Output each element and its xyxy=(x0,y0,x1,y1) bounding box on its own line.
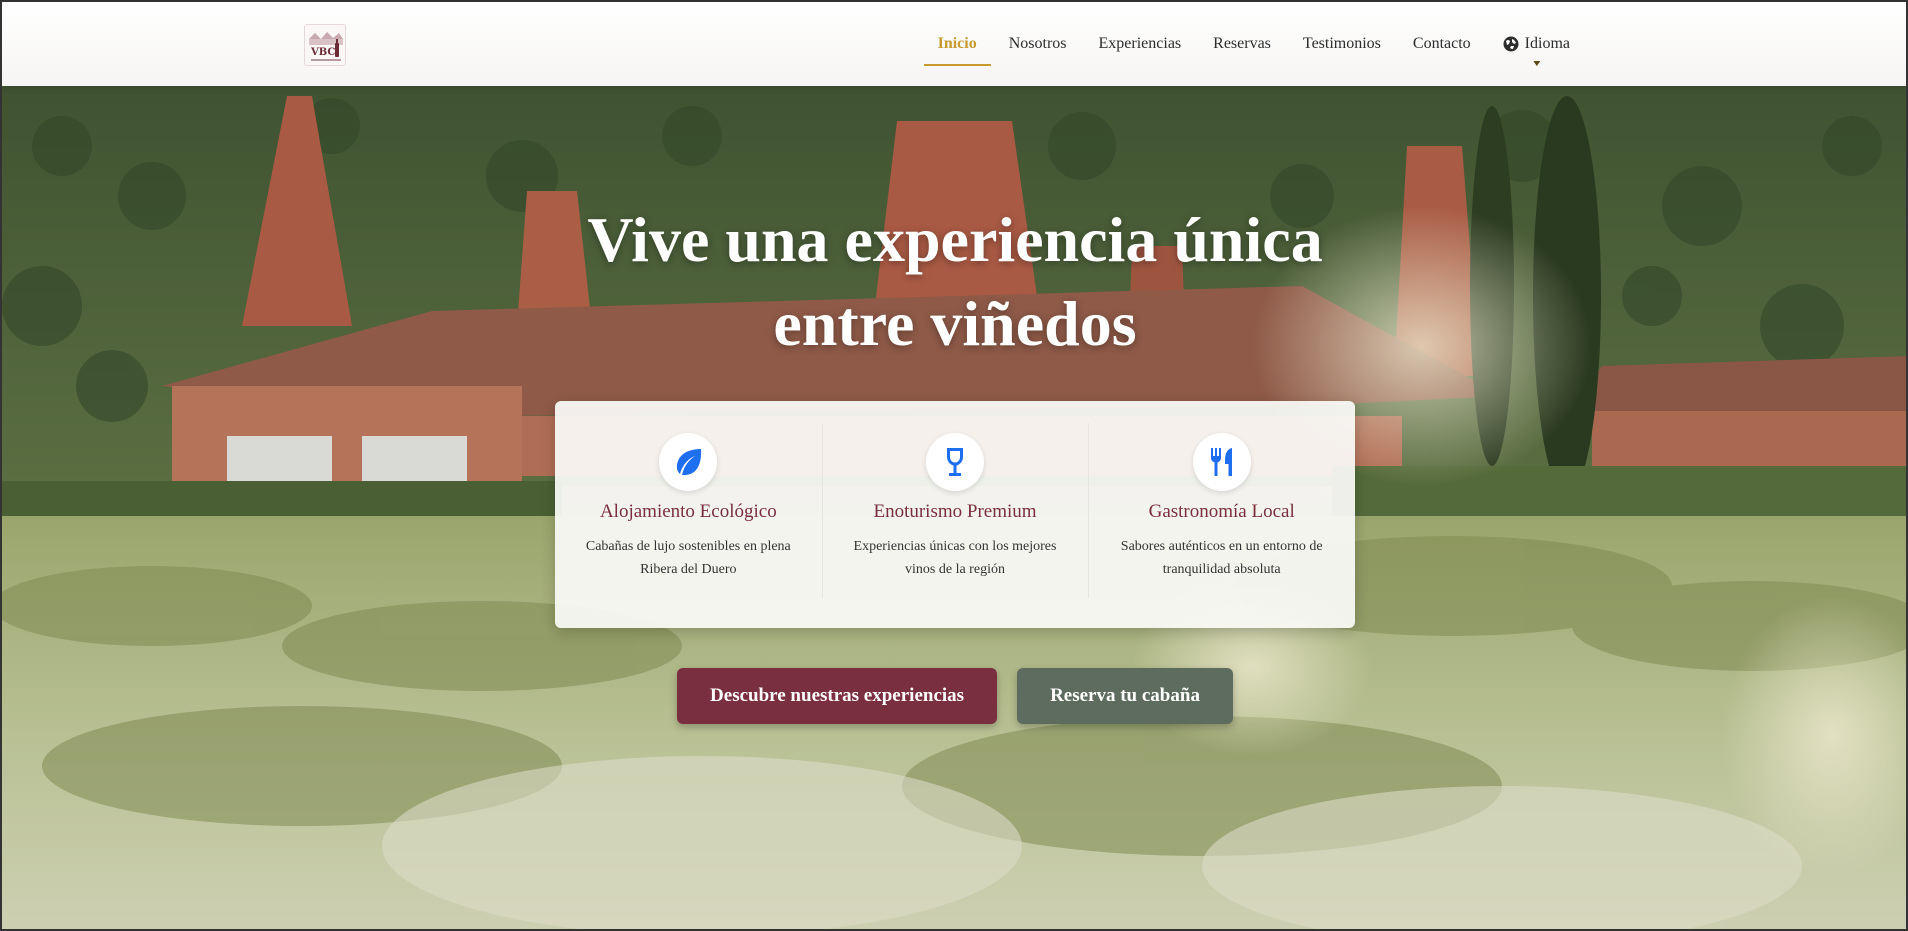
feature-description: Cabañas de lujo sostenibles en plena Rib… xyxy=(585,539,791,577)
feature-icon-container xyxy=(1192,433,1251,491)
headline-line-1: Vive una experiencia única xyxy=(587,204,1323,275)
nav-item-inicio[interactable]: Inicio xyxy=(922,2,993,86)
feature-title: Enoturismo Premium xyxy=(873,501,1037,522)
chevron-down-icon xyxy=(1533,61,1541,66)
globe-icon xyxy=(1503,36,1519,52)
browser-viewport: VBC Inicio Nosotros Experiencias Reserva… xyxy=(0,0,1908,931)
nav-item-nosotros[interactable]: Nosotros xyxy=(993,2,1083,86)
headline-line-2: entre viñedos xyxy=(773,288,1137,359)
main-nav: Inicio Nosotros Experiencias Reservas Te… xyxy=(922,2,1586,86)
feature-eco-lodging: Alojamiento Ecológico Cabañas de lujo so… xyxy=(555,401,822,628)
feature-title: Alojamiento Ecológico xyxy=(599,501,777,522)
hero-cta-group: Descubre nuestras experiencias Reserva t… xyxy=(2,668,1906,724)
svg-text:VBC: VBC xyxy=(310,47,335,58)
hero-section: Vive una experiencia única entre viñedos… xyxy=(2,86,1906,929)
language-label: Idioma xyxy=(1524,35,1570,52)
book-cabin-button[interactable]: Reserva tu cabaña xyxy=(1017,668,1233,724)
leaf-icon xyxy=(677,449,702,476)
feature-local-gastronomy: Gastronomía Local Sabores auténticos en … xyxy=(1088,401,1355,628)
nav-item-experiencias[interactable]: Experiencias xyxy=(1083,2,1198,86)
nav-item-contacto[interactable]: Contacto xyxy=(1397,2,1487,86)
site-logo[interactable]: VBC xyxy=(304,24,346,66)
nav-item-testimonios[interactable]: Testimonios xyxy=(1287,2,1397,86)
utensils-icon xyxy=(1210,448,1232,476)
features-card: Alojamiento Ecológico Cabañas de lujo so… xyxy=(555,401,1355,628)
discover-experiences-button[interactable]: Descubre nuestras experiencias xyxy=(677,668,998,724)
feature-description: Sabores auténticos en un entorno de tran… xyxy=(1120,539,1323,577)
feature-title: Gastronomía Local xyxy=(1148,501,1295,522)
navbar: VBC Inicio Nosotros Experiencias Reserva… xyxy=(2,2,1906,86)
wine-glass-icon xyxy=(947,448,963,476)
feature-wine-tourism: Enoturismo Premium Experiencias únicas c… xyxy=(821,401,1089,628)
feature-icon-container xyxy=(926,433,984,491)
nav-item-reservas[interactable]: Reservas xyxy=(1197,2,1287,86)
feature-icon-container xyxy=(659,433,718,491)
hero-headline: Vive una experiencia única entre viñedos xyxy=(2,198,1906,366)
language-dropdown[interactable]: Idioma xyxy=(1487,2,1586,86)
logo-icon: VBC xyxy=(305,25,345,65)
feature-description: Experiencias únicas con los mejores vino… xyxy=(853,539,1057,577)
